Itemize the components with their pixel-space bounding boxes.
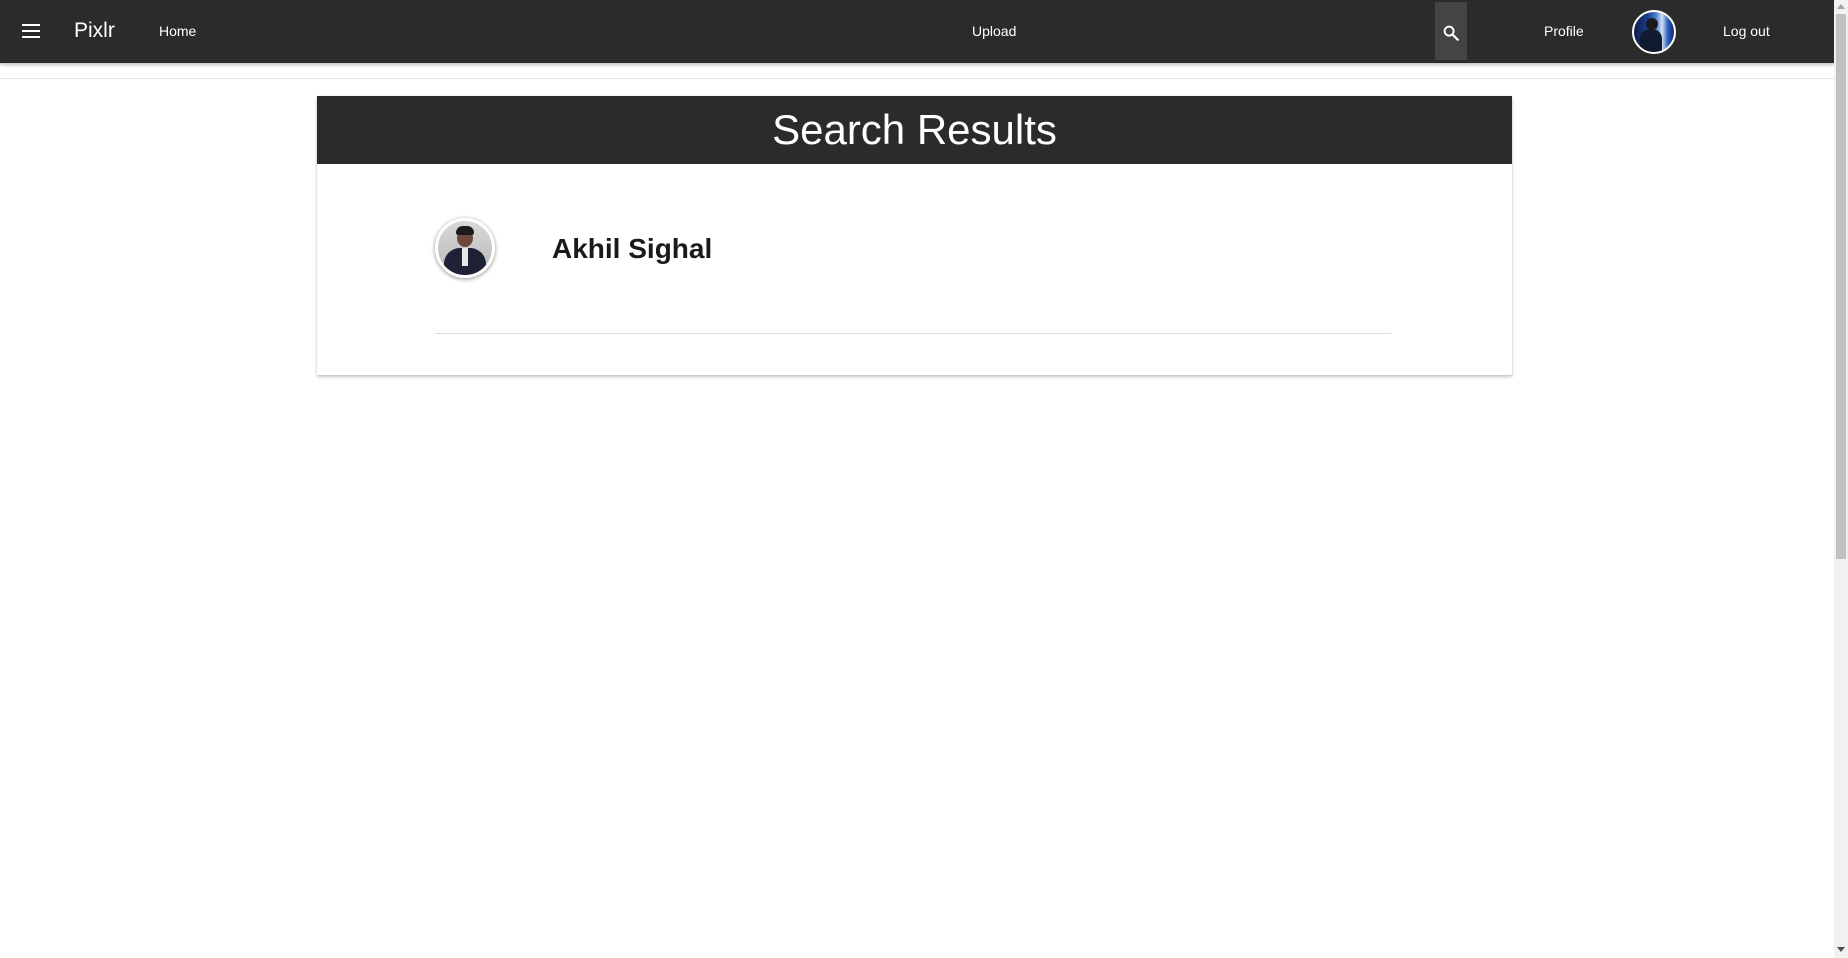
scroll-up-arrow-icon[interactable] [1837, 4, 1845, 9]
nav-link-home[interactable]: Home [159, 22, 196, 40]
search-icon [1443, 25, 1459, 41]
nav-link-profile[interactable]: Profile [1544, 22, 1584, 40]
hamburger-menu-icon[interactable] [14, 18, 48, 45]
vertical-scrollbar[interactable] [1834, 0, 1848, 958]
result-avatar[interactable] [435, 218, 495, 278]
scroll-thumb[interactable] [1836, 14, 1846, 559]
result-user-name[interactable]: Akhil Sighal [552, 232, 712, 266]
nav-link-logout[interactable]: Log out [1723, 22, 1770, 40]
search-button[interactable] [1435, 2, 1467, 60]
search-results-card: Search Results Akhil Sighal [317, 96, 1512, 375]
top-navbar: Pixlr Home Upload Profile Log out [0, 0, 1834, 63]
search-results-header: Search Results [317, 96, 1512, 164]
result-divider [435, 333, 1391, 334]
search-result-item[interactable]: Akhil Sighal [435, 218, 1275, 278]
scroll-down-arrow-icon[interactable] [1837, 947, 1845, 952]
header-divider [0, 78, 1834, 79]
page-title: Search Results [772, 106, 1057, 153]
brand-logo[interactable]: Pixlr [74, 18, 115, 44]
viewport: Pixlr Home Upload Profile Log out Search… [0, 0, 1848, 958]
nav-link-upload[interactable]: Upload [972, 22, 1016, 40]
user-avatar[interactable] [1632, 10, 1676, 54]
